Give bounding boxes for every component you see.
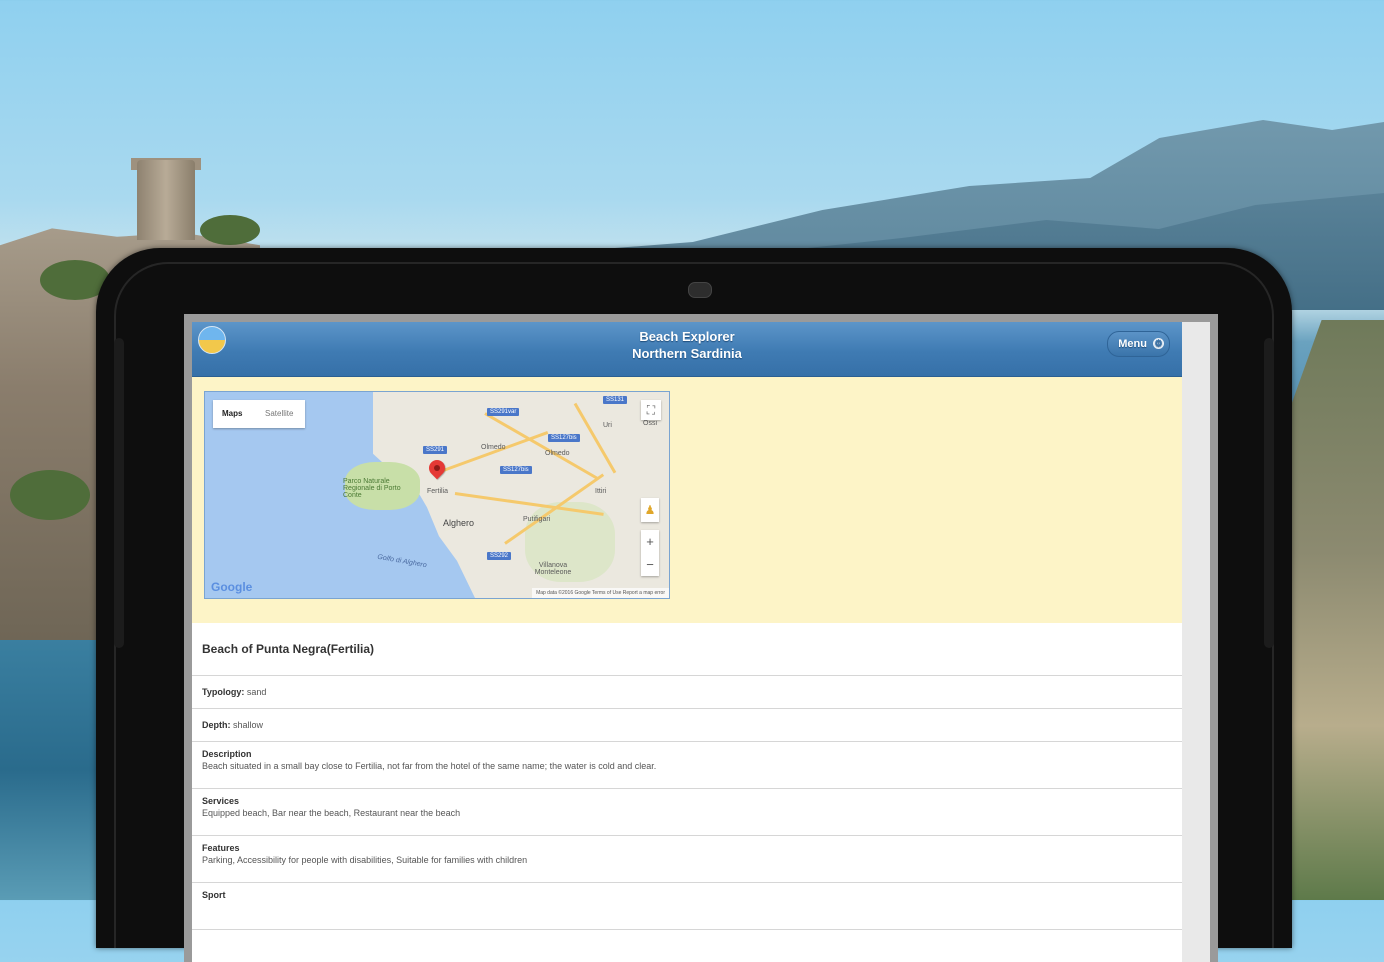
- map-type-map-button[interactable]: Maps: [222, 400, 242, 428]
- page-title: Beach Explorer Northern Sardinia: [192, 328, 1182, 362]
- services-label: Services: [202, 796, 240, 806]
- background-vegetation: [200, 215, 260, 245]
- fullscreen-icon[interactable]: ⛶: [641, 400, 661, 420]
- map-label: Ittiri: [595, 488, 607, 495]
- description-value: Beach situated in a small bay close to F…: [202, 761, 657, 771]
- tablet-side-button: [1264, 338, 1274, 648]
- map-road-shield: SS127bis: [500, 466, 532, 474]
- title-line-1: Beach Explorer: [639, 329, 735, 344]
- zoom-in-button[interactable]: +: [641, 530, 659, 553]
- map-road-shield: SS291: [423, 446, 448, 454]
- services-value: Equipped beach, Bar near the beach, Rest…: [202, 808, 461, 818]
- map-label: Ossi: [643, 420, 657, 427]
- map-attribution[interactable]: Map data ©2016 Google Terms of Use Repor…: [532, 588, 669, 598]
- description-row: Description Beach situated in a small ba…: [192, 742, 1182, 789]
- map-panel: SS291var SS291 SS127bis SS127bis SS292 S…: [192, 377, 1182, 623]
- map-type-control: Maps Satellite: [213, 400, 305, 428]
- typology-label: Typology:: [202, 687, 245, 697]
- map-label: Putifigari: [523, 516, 551, 523]
- features-value: Parking, Accessibility for people with d…: [202, 855, 528, 865]
- menu-button-label: Menu: [1118, 338, 1147, 350]
- beach-name: Beach of Punta Negra(Fertilia): [192, 623, 1182, 676]
- map-label: Uri: [603, 422, 612, 429]
- map-label: Fertilia: [427, 488, 449, 495]
- depth-label: Depth:: [202, 720, 231, 730]
- map-view[interactable]: SS291var SS291 SS127bis SS127bis SS292 S…: [204, 391, 670, 599]
- description-label: Description: [202, 749, 252, 759]
- tablet-device: Beach Explorer Northern Sardinia Menu ⚙ …: [96, 248, 1292, 962]
- depth-value: shallow: [233, 720, 264, 730]
- map-road-shield: SS292: [487, 552, 512, 560]
- map-label: Olmedo: [481, 444, 506, 451]
- google-logo: Google: [211, 580, 253, 594]
- background-tower: [137, 160, 195, 240]
- depth-row: Depth: shallow: [192, 709, 1182, 742]
- beach-details: Beach of Punta Negra(Fertilia) Typology:…: [192, 623, 1182, 962]
- map-label: Olmedo: [545, 450, 570, 457]
- background-vegetation: [10, 470, 90, 520]
- map-label: Villanova Monteleone: [534, 562, 572, 576]
- zoom-out-button[interactable]: −: [641, 553, 659, 576]
- map-label: Alghero: [443, 518, 475, 528]
- tablet-screen: Beach Explorer Northern Sardinia Menu ⚙ …: [184, 314, 1218, 962]
- map-road-shield: SS291var: [487, 408, 520, 416]
- title-line-2: Northern Sardinia: [632, 346, 742, 361]
- sport-row: Sport: [192, 883, 1182, 930]
- features-label: Features: [202, 843, 240, 853]
- background-cliff-right: [1280, 320, 1384, 900]
- map-label: Parco Naturale Regionale di Porto Conte: [343, 478, 401, 499]
- map-road-shield: SS131: [603, 396, 628, 404]
- menu-gear-icon: ⚙: [1153, 338, 1164, 349]
- map-label: Golfo di Alghero: [376, 553, 428, 570]
- map-type-satellite-button[interactable]: Satellite: [265, 400, 293, 428]
- map-road-shield: SS127bis: [548, 434, 580, 442]
- sport-label: Sport: [202, 890, 226, 900]
- camera-icon: [688, 282, 712, 298]
- typology-value: sand: [246, 687, 267, 697]
- typology-row: Typology: sand: [192, 676, 1182, 709]
- street-view-pegman-icon[interactable]: ♟: [641, 498, 659, 522]
- app-header: Beach Explorer Northern Sardinia Menu ⚙: [192, 322, 1182, 377]
- features-row: Features Parking, Accessibility for peop…: [192, 836, 1182, 883]
- zoom-control: + −: [641, 530, 659, 576]
- menu-button[interactable]: Menu ⚙: [1107, 331, 1170, 357]
- services-row: Services Equipped beach, Bar near the be…: [192, 789, 1182, 836]
- tablet-side-button: [114, 338, 124, 648]
